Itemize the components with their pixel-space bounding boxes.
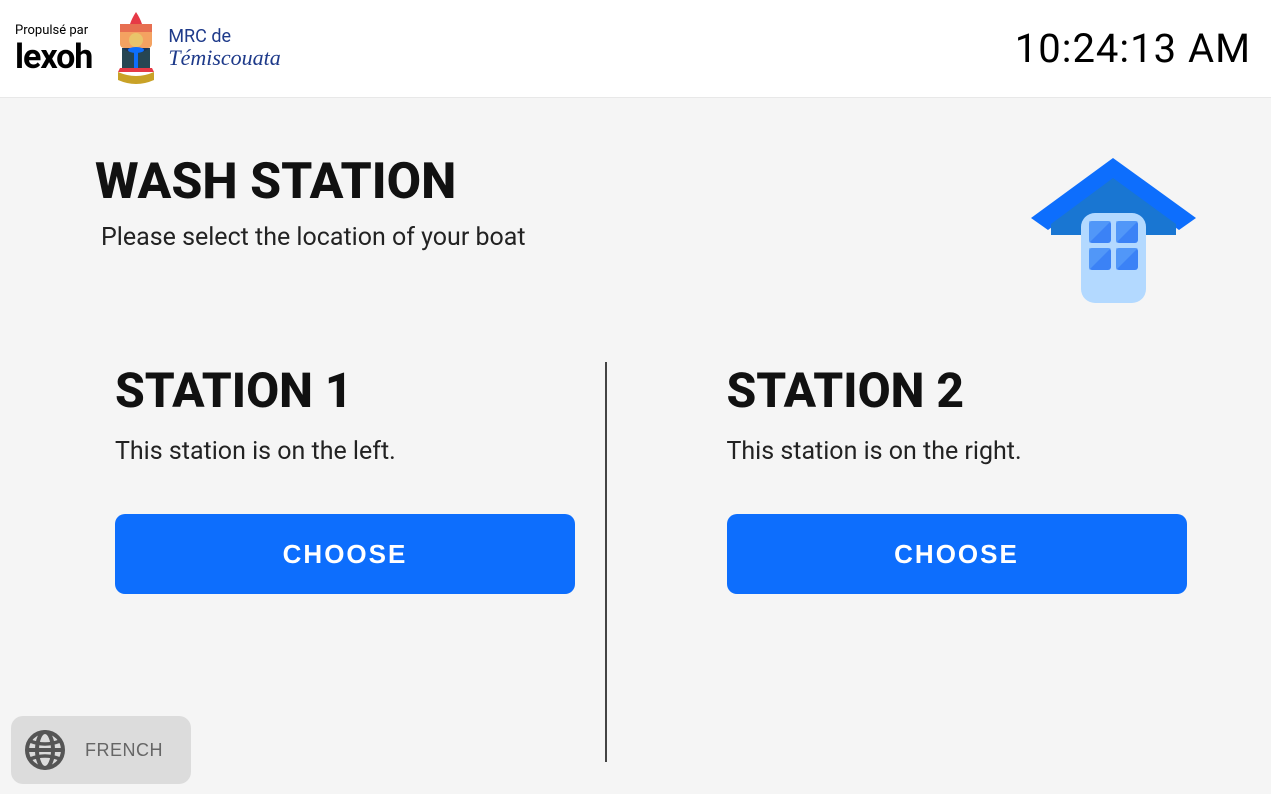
partner-text-bottom: Témiscouata [168,46,280,70]
globe-icon [23,728,67,772]
station-2-description: This station is on the right. [727,437,1197,466]
language-label: FRENCH [85,740,163,761]
station-1-title: STATION 1 [115,362,585,419]
partner-text-top: MRC de [168,27,280,47]
header: Propulsé par lexoh MRC de [0,0,1271,98]
main-content: WASH STATION Please select the location … [0,98,1271,762]
station-2-title: STATION 2 [727,362,1197,419]
stations-row: STATION 1 This station is on the left. C… [95,362,1196,762]
page-title: WASH STATION [95,153,526,211]
partner-text: MRC de Témiscouata [168,27,280,71]
home-icon[interactable] [1031,153,1196,312]
language-button[interactable]: FRENCH [11,716,191,784]
station-1-choose-button[interactable]: CHOOSE [115,514,575,594]
title-block: WASH STATION Please select the location … [95,153,526,252]
powered-by-block: Propulsé par lexoh [15,23,92,74]
page-subtitle: Please select the location of your boat [95,223,526,252]
station-1-description: This station is on the left. [115,437,585,466]
clock: 10:24:13 AM [1015,25,1251,72]
lexoh-logo: lexoh [15,40,92,74]
station-1: STATION 1 This station is on the left. C… [115,362,605,762]
station-2: STATION 2 This station is on the right. … [607,362,1197,762]
title-row: WASH STATION Please select the location … [95,153,1196,312]
station-2-choose-button[interactable]: CHOOSE [727,514,1187,594]
partner-badge-icon [112,10,160,88]
powered-by-label: Propulsé par [15,23,92,38]
header-left: Propulsé par lexoh MRC de [15,10,281,88]
partner-logo: MRC de Témiscouata [112,10,280,88]
